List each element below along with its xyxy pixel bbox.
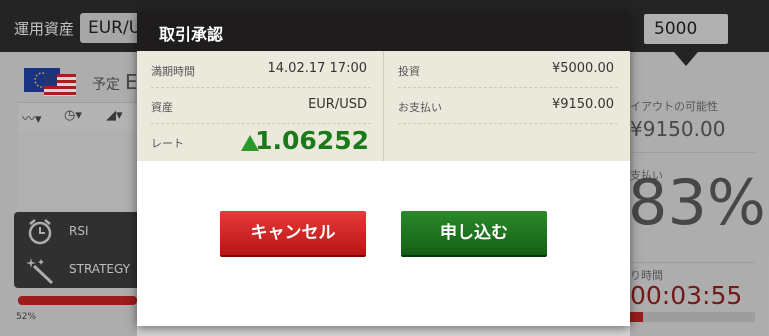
trade-details: 満期時間 14.02.17 17:00 資産 EUR/USD レート 1.062…: [137, 51, 630, 161]
detail-row-investment: 投資 ¥5000.00: [398, 51, 618, 88]
rate-label: レート: [151, 137, 184, 150]
detail-row-payout: お支払い ¥9150.00: [398, 87, 618, 124]
dialog-title: 取引承認: [159, 25, 224, 44]
investment-value: ¥5000.00: [551, 61, 614, 76]
details-left-column: 満期時間 14.02.17 17:00 資産 EUR/USD レート 1.062…: [137, 51, 383, 161]
detail-row-asset: 資産 EUR/USD: [151, 87, 371, 124]
payout-amount-value: ¥9150.00: [551, 97, 614, 112]
payout-amount-label: お支払い: [398, 101, 442, 114]
rate-value: 1.06252: [255, 126, 369, 155]
trading-app: 運用資産 EUR/U 5000 予定 E 〰▾ ◷▾ ◢▾ RSI STRATE…: [0, 0, 769, 336]
cancel-button[interactable]: キャンセル: [220, 211, 366, 257]
detail-row-expiry: 満期時間 14.02.17 17:00: [151, 51, 371, 88]
expiry-time-value: 14.02.17 17:00: [267, 61, 368, 76]
dialog-header: 取引承認: [137, 12, 630, 51]
apply-button[interactable]: 申し込む: [401, 211, 547, 257]
trade-confirm-dialog: 取引承認 満期時間 14.02.17 17:00 資産 EUR/USD レート …: [137, 12, 630, 326]
investment-label: 投資: [398, 65, 420, 78]
expiry-time-label: 満期時間: [151, 65, 195, 78]
details-right-column: 投資 ¥5000.00 お支払い ¥9150.00: [384, 51, 630, 161]
asset-name-value: EUR/USD: [308, 97, 367, 112]
detail-row-rate: レート 1.06252: [151, 123, 371, 161]
asset-name-label: 資産: [151, 101, 173, 114]
